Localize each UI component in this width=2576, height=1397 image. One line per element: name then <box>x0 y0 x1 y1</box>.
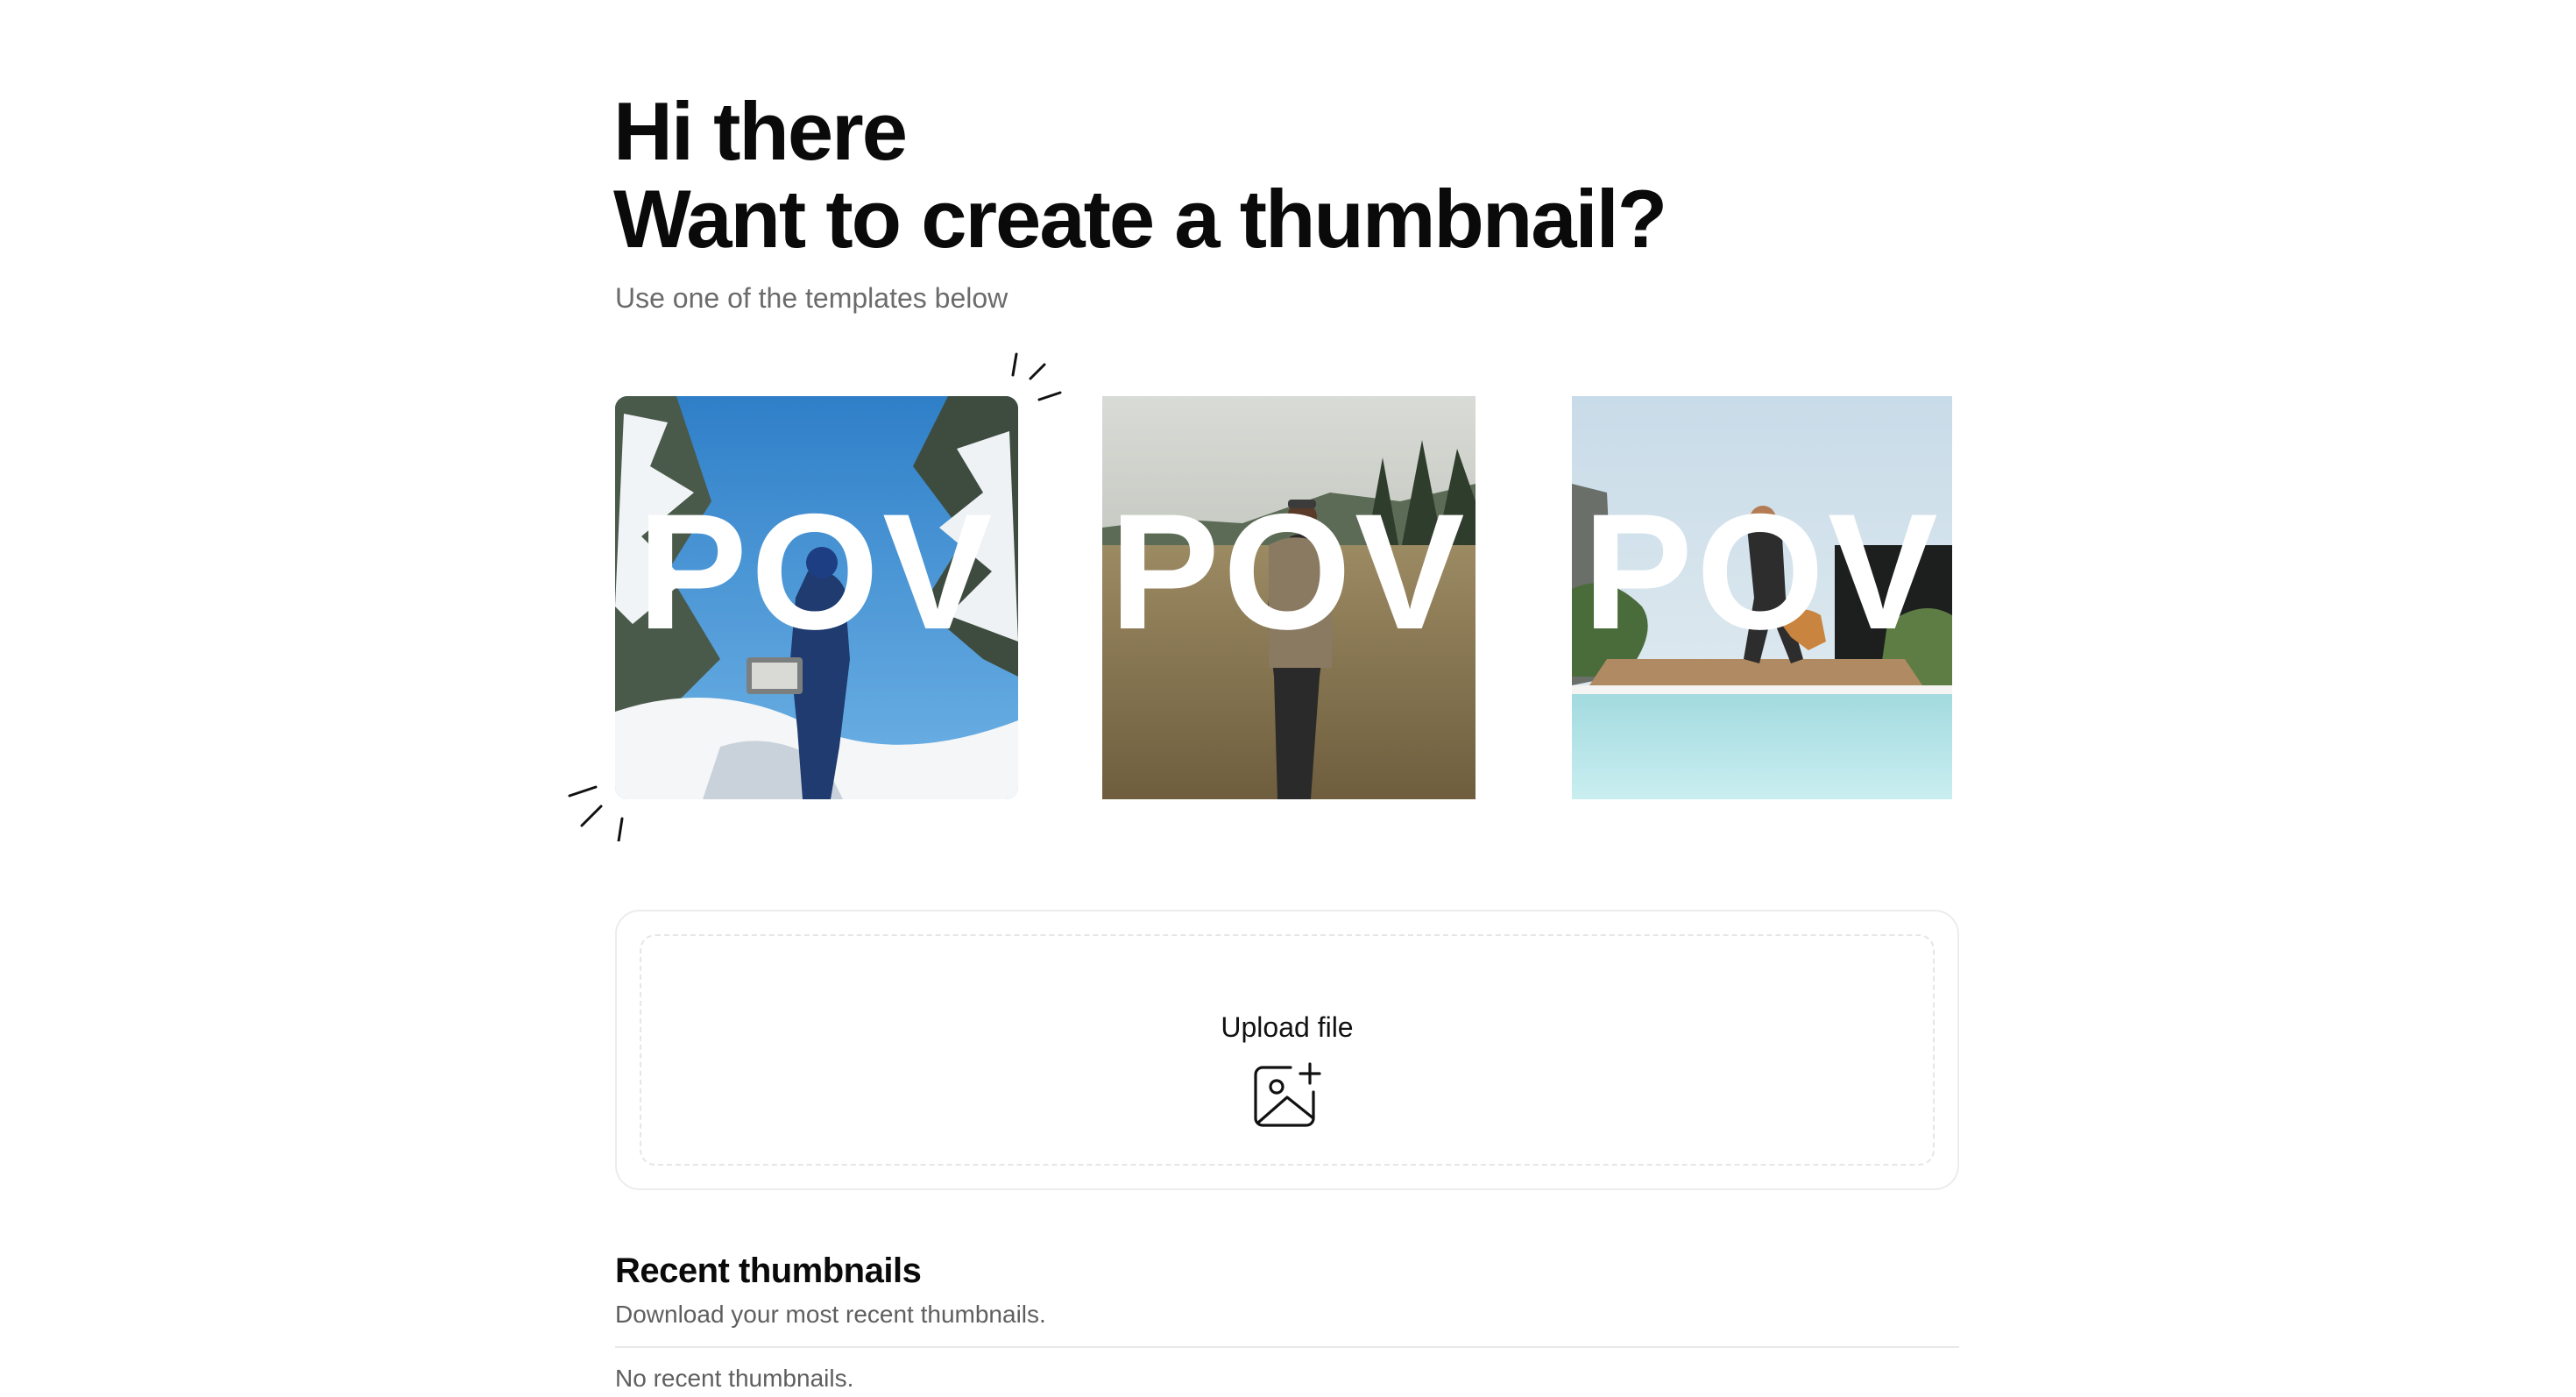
recent-thumbnails-description: Download your most recent thumbnails. <box>615 1301 1046 1328</box>
template-overlay-text: POV <box>1109 479 1468 663</box>
template-card-snow[interactable]: POV <box>615 396 1018 799</box>
template-gallery: POV POV POV <box>615 396 1959 799</box>
upload-file-label: Upload file <box>1221 1011 1354 1043</box>
upload-dropzone[interactable]: Upload file <box>640 934 1935 1166</box>
recent-thumbnails-empty-state: No recent thumbnails. <box>615 1365 854 1392</box>
greeting: Hi there <box>613 85 908 177</box>
upload-panel: Upload file <box>615 910 1959 1190</box>
divider <box>615 1346 1959 1348</box>
recent-thumbnails-title: Recent thumbnails <box>615 1252 922 1290</box>
page-title: Hi there Want to create a thumbnail? <box>613 85 1667 265</box>
template-card-field[interactable]: POV <box>1102 396 1476 799</box>
headline: Want to create a thumbnail? <box>613 173 1667 265</box>
template-card-pool[interactable]: POV <box>1572 396 1952 799</box>
template-overlay-text: POV <box>637 479 996 663</box>
page: Hi there Want to create a thumbnail? Use… <box>0 0 2576 1397</box>
image-plus-icon <box>1254 1062 1321 1127</box>
page-subtitle: Use one of the templates below <box>615 282 1008 314</box>
template-overlay-text: POV <box>1582 479 1942 663</box>
